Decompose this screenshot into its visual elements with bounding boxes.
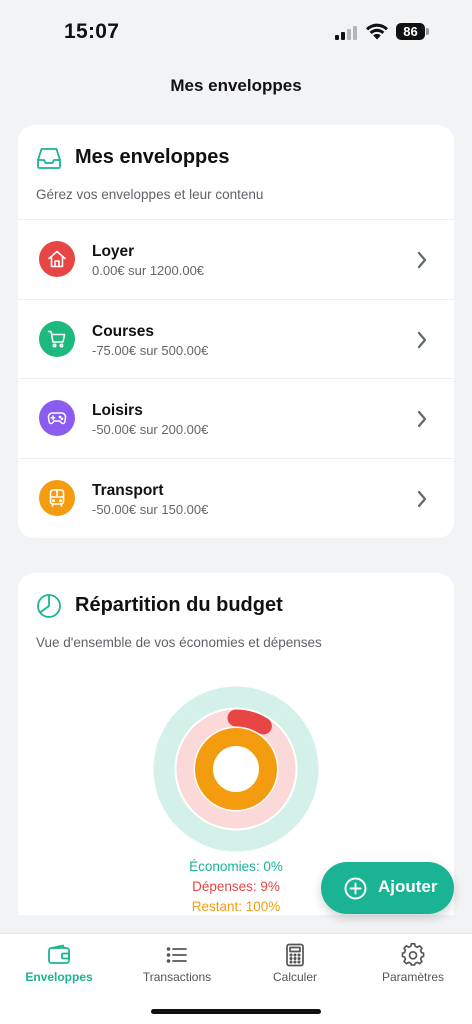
- shopping-cart-icon: [47, 330, 66, 348]
- tab-label: Transactions: [142, 970, 212, 984]
- gear-icon: [401, 943, 425, 966]
- home-indicator: [151, 1009, 321, 1014]
- chevron-right-icon: [417, 490, 427, 507]
- wifi-icon: [366, 23, 388, 40]
- inbox-tray-icon: [37, 148, 61, 169]
- battery-icon: 86: [396, 23, 430, 40]
- tab-settings[interactable]: Paramètres: [354, 934, 472, 994]
- envelope-item-transport[interactable]: Transport -50.00€ sur 150.00€: [18, 457, 454, 538]
- remaining-ring-value: [195, 728, 277, 810]
- envelope-item-loisirs[interactable]: Loisirs -50.00€ sur 200.00€: [18, 378, 454, 458]
- envelope-amount: -50.00€ sur 200.00€: [92, 422, 209, 437]
- envelopes-card: Mes enveloppes Gérez vos enveloppes et l…: [18, 125, 454, 538]
- chevron-right-icon: [417, 410, 427, 428]
- envelope-name: Loisirs: [92, 402, 143, 419]
- envelopes-card-title: Mes enveloppes: [75, 146, 230, 168]
- add-button-label: Ajouter: [378, 877, 438, 896]
- home-icon: [48, 250, 66, 268]
- battery-level: 86: [396, 23, 425, 40]
- status-bar: 15:07 86: [0, 0, 472, 62]
- bus-icon: [49, 488, 65, 507]
- wallet-icon: [48, 944, 70, 964]
- envelope-amount: -50.00€ sur 150.00€: [92, 501, 209, 517]
- calculator-icon: [286, 943, 304, 967]
- cellular-signal-icon: [335, 25, 359, 40]
- add-button[interactable]: Ajouter: [321, 862, 454, 914]
- budget-donut-chart: [153, 686, 319, 852]
- envelope-icon-badge: [39, 241, 75, 277]
- tab-calculate[interactable]: Calculer: [236, 934, 354, 994]
- chevron-right-icon: [417, 331, 427, 348]
- chevron-right-icon: [417, 251, 427, 269]
- pie-chart-icon: [37, 594, 61, 618]
- tab-label: Enveloppes: [25, 970, 93, 984]
- envelope-name: Courses: [92, 322, 155, 340]
- tab-label: Paramètres: [381, 970, 445, 984]
- envelope-icon-badge: [39, 400, 75, 436]
- envelope-name: Loyer: [92, 243, 135, 260]
- envelope-icon-badge: [39, 320, 75, 357]
- gamepad-icon: [47, 412, 67, 425]
- budget-card-subtitle: Vue d'ensemble de vos économies et dépen…: [36, 635, 322, 650]
- envelope-item-loyer[interactable]: Loyer 0.00€ sur 1200.00€: [18, 219, 454, 299]
- tab-label: Calculer: [272, 970, 317, 984]
- envelope-amount: 0.00€ sur 1200.00€: [92, 263, 205, 278]
- envelope-icon-badge: [39, 479, 75, 516]
- list-icon: [166, 947, 187, 963]
- envelope-name: Transport: [92, 481, 164, 499]
- tab-transactions[interactable]: Transactions: [118, 934, 236, 994]
- envelopes-card-subtitle: Gérez vos enveloppes et leur contenu: [36, 187, 264, 202]
- status-time: 15:07: [64, 20, 120, 43]
- budget-card-title: Répartition du budget: [75, 594, 283, 616]
- envelope-list: Loyer 0.00€ sur 1200.00€ Courses -75.00€…: [18, 219, 454, 537]
- tab-envelopes[interactable]: Enveloppes: [0, 934, 118, 994]
- envelope-item-courses[interactable]: Courses -75.00€ sur 500.00€: [18, 298, 454, 379]
- envelope-amount: -75.00€ sur 500.00€: [92, 342, 209, 358]
- page-title: Mes enveloppes: [170, 76, 302, 95]
- plus-circle-icon: [344, 877, 367, 900]
